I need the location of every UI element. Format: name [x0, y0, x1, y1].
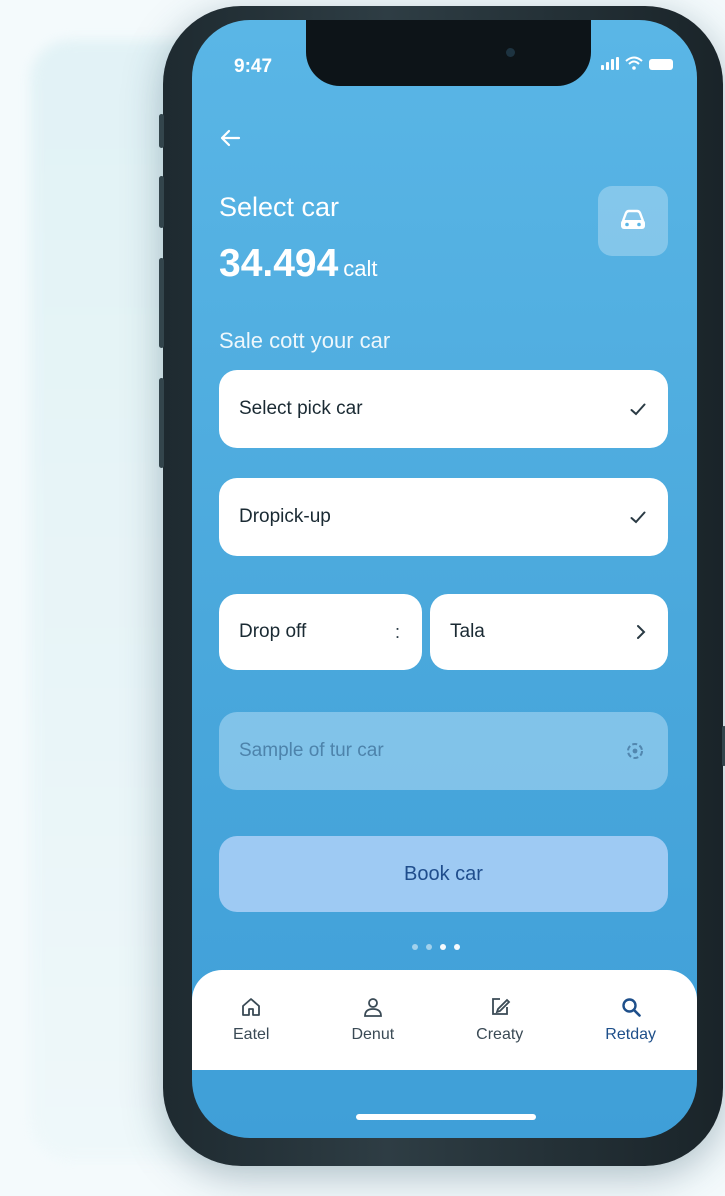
amount-unit: calt — [343, 256, 378, 281]
tab-search[interactable]: Retday — [605, 996, 656, 1044]
sample-placeholder: Sample of tur car — [239, 740, 384, 761]
page-dot — [440, 944, 446, 950]
book-car-button[interactable]: Book car — [219, 836, 668, 912]
tala-label: Tala — [450, 621, 485, 642]
dropoff-pickup-label: Dropick-up — [239, 506, 331, 527]
chevron-right-icon — [637, 625, 646, 639]
tab-label: Denut — [351, 1026, 395, 1043]
tab-label: Creaty — [476, 1026, 524, 1043]
tala-select[interactable]: Tala — [430, 594, 668, 670]
pickup-select[interactable]: Select pick car — [219, 370, 668, 448]
user-icon — [363, 998, 382, 1017]
drop-off-select[interactable]: Drop off : — [219, 594, 422, 670]
status-time: 9:47 — [234, 56, 273, 77]
wifi-icon — [625, 56, 643, 70]
car-icon — [621, 209, 645, 229]
page-indicator — [412, 944, 460, 950]
sample-input[interactable]: Sample of tur car — [219, 712, 668, 790]
settings-icon — [627, 743, 643, 759]
dropoff-pickup-select[interactable]: Dropick-up — [219, 478, 668, 556]
camera-dot — [506, 48, 515, 57]
amount-value: 34.494 — [219, 242, 339, 285]
app-screen: 9:47 Select car 34.494 calt Sale cott you… — [192, 20, 697, 1138]
notch — [306, 20, 591, 86]
check-icon — [630, 511, 646, 523]
drop-off-control: : — [394, 621, 400, 642]
amount-display: 34.494 calt — [219, 242, 378, 286]
tab-label: Retday — [605, 1026, 656, 1043]
tab-bar: Eatel Denut Creaty Retday — [192, 970, 697, 1070]
signal-icon — [601, 57, 619, 70]
home-icon — [242, 998, 261, 1016]
drop-off-label: Drop off — [239, 621, 307, 642]
page-subtitle: Sale cott your car — [219, 328, 391, 353]
battery-icon — [649, 59, 673, 70]
check-icon — [630, 403, 646, 415]
pickup-label: Select pick car — [239, 398, 363, 419]
tab-home[interactable]: Eatel — [233, 996, 269, 1044]
tab-profile[interactable]: Denut — [351, 996, 394, 1044]
page-title: Select car — [219, 192, 340, 222]
page-dot — [426, 944, 432, 950]
tab-create[interactable]: Creaty — [476, 996, 523, 1044]
page-dot — [412, 944, 418, 950]
tab-label: Eatel — [233, 1026, 270, 1043]
back-arrow-icon[interactable] — [218, 124, 242, 155]
home-indicator[interactable] — [356, 1114, 536, 1120]
status-icons — [601, 56, 673, 70]
car-button[interactable] — [598, 186, 668, 256]
page-dot — [454, 944, 460, 950]
edit-icon — [491, 998, 511, 1015]
search-icon — [621, 998, 641, 1017]
